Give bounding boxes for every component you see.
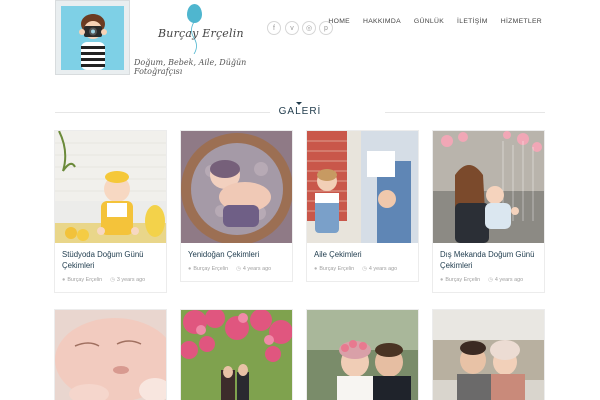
card-author[interactable]: Burçay Erçelin	[67, 277, 102, 283]
user-icon: ●	[188, 266, 192, 272]
card-date: 3 years ago	[116, 277, 146, 283]
card-author[interactable]: Burçay Erçelin	[445, 277, 480, 283]
facebook-glyph: f	[273, 24, 275, 32]
nav-gunluk[interactable]: GÜNLÜK	[414, 18, 444, 25]
card-photo-newborn-closeup[interactable]	[55, 310, 166, 400]
card-author[interactable]: Burçay Erçelin	[193, 266, 228, 272]
site-logo[interactable]: Burçay Erçelin Doğum, Bebek, Aile, Düğün…	[55, 0, 255, 76]
instagram-icon[interactable]: ◎	[302, 21, 316, 35]
nav-hakkimda[interactable]: HAKKIMDA	[363, 18, 401, 25]
clock-icon: ◷	[236, 266, 241, 272]
brand-name: Burçay Erçelin	[158, 27, 244, 40]
gallery-card[interactable]: Yenidoğan Çekimleri ● Burçay Erçelin ◷ 4 y…	[180, 130, 293, 282]
card-photo-wedding-couple[interactable]	[307, 310, 418, 400]
card-meta: ● Burçay Erçelin ◷ 4 years ago	[307, 260, 418, 281]
vimeo-icon[interactable]: v	[285, 21, 299, 35]
gallery-card[interactable]	[306, 309, 419, 400]
caret-icon	[296, 102, 302, 105]
card-date: 4 years ago	[242, 266, 272, 272]
card-photo-spring-blossom[interactable]	[181, 310, 292, 400]
vimeo-glyph: v	[290, 24, 294, 32]
instagram-glyph: ◎	[305, 25, 313, 32]
clock-icon: ◷	[488, 277, 493, 283]
card-photo-couple-outdoor[interactable]	[433, 310, 544, 400]
main-nav: HOME HAKKIMDA GÜNLÜK İLETİŞİM HİZMETLER	[328, 18, 542, 25]
brand-tagline: Doğum, Bebek, Aile, Düğün Fotoğrafçısı	[134, 58, 247, 76]
card-author[interactable]: Burçay Erçelin	[319, 266, 354, 272]
card-meta: ● Burçay Erçelin ◷ 4 years ago	[433, 271, 544, 292]
gallery-card[interactable]: Stüdyoda Doğum Günü Çekimleri ● Burçay Er…	[54, 130, 167, 293]
card-meta: ● Burçay Erçelin ◷ 3 years ago	[55, 271, 166, 292]
card-title[interactable]: Aile Çekimleri	[307, 243, 418, 260]
logo-frame	[55, 0, 130, 75]
gallery-card[interactable]: Aile Çekimleri ● Burçay Erçelin ◷ 4 years …	[306, 130, 419, 282]
card-title[interactable]: Stüdyoda Doğum Günü Çekimleri	[55, 243, 166, 271]
nav-iletisim[interactable]: İLETİŞİM	[457, 18, 488, 25]
card-photo-birthday-studio[interactable]	[55, 131, 166, 243]
section-title: GALERİ	[278, 106, 322, 117]
gallery-card[interactable]: Dış Mekanda Doğum Günü Çekimleri ● Burçay…	[432, 130, 545, 293]
card-date: 4 years ago	[368, 266, 398, 272]
card-title[interactable]: Dış Mekanda Doğum Günü Çekimleri	[433, 243, 544, 271]
photographer-illustration	[61, 6, 124, 70]
clock-icon: ◷	[362, 266, 367, 272]
nav-home[interactable]: HOME	[328, 18, 350, 25]
pinterest-glyph: p	[324, 24, 328, 32]
user-icon: ●	[440, 277, 444, 283]
card-date: 4 years ago	[494, 277, 524, 283]
balloon-icon	[187, 4, 202, 23]
card-photo-family[interactable]	[307, 131, 418, 243]
gallery-card[interactable]	[432, 309, 545, 400]
card-photo-newborn[interactable]	[181, 131, 292, 243]
clock-icon: ◷	[110, 277, 115, 283]
user-icon: ●	[314, 266, 318, 272]
nav-hizmetler[interactable]: HİZMETLER	[501, 18, 542, 25]
card-meta: ● Burçay Erçelin ◷ 4 years ago	[181, 260, 292, 281]
card-photo-outdoor-birthday[interactable]	[433, 131, 544, 243]
gallery-card[interactable]	[54, 309, 167, 400]
user-icon: ●	[62, 277, 66, 283]
gallery-card[interactable]	[180, 309, 293, 400]
facebook-icon[interactable]: f	[267, 21, 281, 35]
card-title[interactable]: Yenidoğan Çekimleri	[181, 243, 292, 260]
